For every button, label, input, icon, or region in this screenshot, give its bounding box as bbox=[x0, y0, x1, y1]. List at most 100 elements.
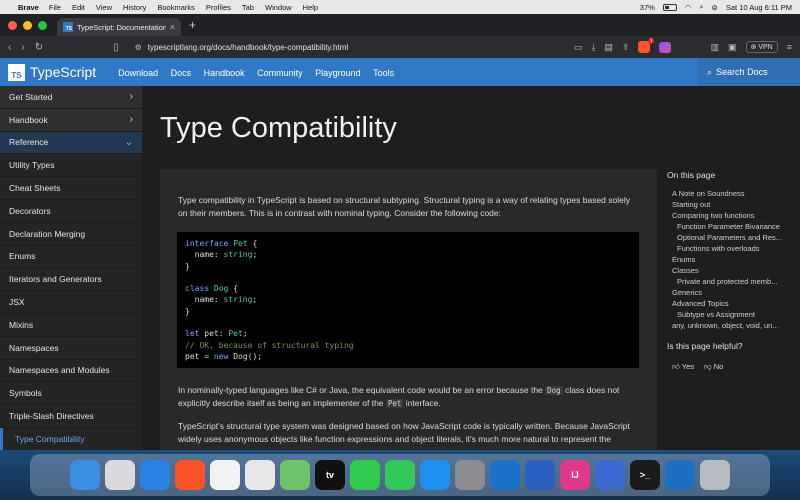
word-icon[interactable] bbox=[525, 460, 555, 490]
wifi-icon[interactable]: ◠ bbox=[685, 3, 692, 12]
sidebar-item-enums[interactable]: Enums bbox=[0, 246, 142, 269]
new-tab-icon[interactable]: + bbox=[189, 18, 196, 32]
battery-icon[interactable] bbox=[662, 3, 677, 11]
toc-item[interactable]: Function Parameter Bivariance bbox=[667, 221, 792, 232]
search-docs-button[interactable]: ⌕ Search Docs bbox=[697, 58, 800, 86]
toc-item[interactable]: Private and protected memb... bbox=[667, 276, 792, 287]
yes-button[interactable]: 👍︎ Yes bbox=[672, 362, 694, 372]
vpn-label: VPN bbox=[758, 44, 773, 51]
forward-icon[interactable]: › bbox=[21, 42, 24, 53]
toc-item[interactable]: Classes bbox=[667, 265, 792, 276]
code-token: name: bbox=[185, 295, 224, 305]
minimize-window-icon[interactable] bbox=[23, 20, 32, 30]
helpful-votes: 👍︎ Yes 👎︎ No bbox=[672, 362, 723, 372]
toc-item[interactable]: any, unknown, object, void, un... bbox=[667, 320, 792, 331]
close-window-icon[interactable] bbox=[8, 20, 17, 30]
sidebar-item-symbols[interactable]: Symbols bbox=[0, 382, 142, 406]
back-icon[interactable]: ‹ bbox=[8, 42, 11, 53]
menu-profiles[interactable]: Profiles bbox=[206, 3, 231, 12]
nav-community[interactable]: Community bbox=[257, 68, 303, 78]
browser-tab[interactable]: TS TypeScript: Documentation - × bbox=[57, 18, 181, 36]
sidebar-item-declaration-merging[interactable]: Declaration Merging bbox=[0, 223, 142, 246]
typescript-logo[interactable]: TS TypeScript bbox=[8, 63, 96, 81]
vscode-icon[interactable] bbox=[490, 460, 520, 490]
menu-app-name[interactable]: Brave bbox=[18, 3, 39, 12]
share-icon[interactable]: ⇪ bbox=[622, 42, 630, 53]
menu-view[interactable]: View bbox=[96, 3, 112, 12]
no-button[interactable]: 👎︎ No bbox=[704, 362, 723, 372]
clock[interactable]: Sat 10 Aug 6:11 PM bbox=[726, 3, 792, 12]
toc-item[interactable]: Functions with overloads bbox=[667, 243, 792, 254]
settings-icon[interactable] bbox=[455, 460, 485, 490]
appletv-icon[interactable]: tv bbox=[315, 460, 345, 490]
toc-item[interactable]: Optional Parameters and Res... bbox=[667, 232, 792, 243]
url-bar[interactable]: ⚙ typescriptlang.org/docs/handbook/type-… bbox=[129, 39, 574, 55]
chrome-icon[interactable] bbox=[245, 460, 275, 490]
photos-icon[interactable] bbox=[210, 460, 240, 490]
toc-item[interactable]: Generics bbox=[667, 287, 792, 298]
facetime-icon[interactable] bbox=[350, 460, 380, 490]
brave-shields-icon[interactable]: 1 bbox=[638, 38, 655, 53]
site-info-icon[interactable]: ⚙ bbox=[135, 43, 142, 52]
nav-handbook[interactable]: Handbook bbox=[204, 68, 245, 78]
download-icon[interactable]: ⤓ bbox=[591, 42, 595, 53]
maximize-window-icon[interactable] bbox=[38, 20, 47, 30]
menu-edit[interactable]: Edit bbox=[72, 3, 85, 12]
brave-icon[interactable] bbox=[175, 460, 205, 490]
toc-item[interactable]: A Note on Soundness bbox=[667, 188, 792, 199]
docs-sidebar: Get Started › Handbook › Reference ⌄ Utilit… bbox=[0, 86, 142, 450]
cast-icon[interactable]: ▭ bbox=[574, 42, 583, 53]
toc-item[interactable]: Starting out bbox=[667, 199, 792, 210]
control-center-icon[interactable]: ⊜ bbox=[712, 3, 718, 12]
menu-icon[interactable]: ≡ bbox=[787, 42, 792, 52]
vscode2-icon[interactable] bbox=[665, 460, 695, 490]
sidebar-item-triple-slash[interactable]: Triple-Slash Directives bbox=[0, 405, 142, 428]
sidebar-item-namespaces[interactable]: Namespaces bbox=[0, 337, 142, 360]
sidebar-item-utility-types[interactable]: Utility Types bbox=[0, 154, 142, 178]
trash-icon[interactable] bbox=[700, 460, 730, 490]
appstore-icon[interactable] bbox=[420, 460, 450, 490]
search-icon[interactable]: ⌕ bbox=[699, 2, 703, 12]
reader-icon[interactable]: ▤ bbox=[604, 42, 613, 53]
sidebar-item-cheat-sheets[interactable]: Cheat Sheets bbox=[0, 177, 142, 200]
sidebar-item-namespaces-modules[interactable]: Namespaces and Modules bbox=[0, 360, 142, 383]
nav-download[interactable]: Download bbox=[118, 68, 158, 78]
intellij-icon[interactable]: IJ bbox=[560, 460, 590, 490]
sidebar-item-get-started[interactable]: Get Started › bbox=[0, 86, 142, 109]
sidebar-item-type-compatibility[interactable]: Type Compatibility bbox=[0, 427, 142, 450]
sidebar-toggle-icon[interactable]: ▥ bbox=[710, 42, 719, 53]
teams-icon[interactable] bbox=[595, 460, 625, 490]
close-tab-icon[interactable]: × bbox=[170, 22, 175, 32]
toc-item[interactable]: Enums bbox=[667, 254, 792, 265]
menu-file[interactable]: File bbox=[49, 3, 61, 12]
sidebar-item-iterators[interactable]: Iterators and Generators bbox=[0, 268, 142, 292]
sidebar-item-handbook[interactable]: Handbook › bbox=[0, 108, 142, 132]
safari-icon[interactable] bbox=[140, 460, 170, 490]
sidebar-item-mixins[interactable]: Mixins bbox=[0, 314, 142, 337]
menu-tab[interactable]: Tab bbox=[242, 3, 254, 12]
nav-docs[interactable]: Docs bbox=[171, 68, 192, 78]
launchpad-icon[interactable] bbox=[105, 460, 135, 490]
menu-window[interactable]: Window bbox=[265, 3, 292, 12]
reload-icon[interactable]: ↻ bbox=[35, 42, 43, 53]
wallet-icon[interactable]: ▣ bbox=[728, 42, 737, 53]
bookmark-icon[interactable]: ▯ bbox=[113, 42, 119, 53]
nav-tools[interactable]: Tools bbox=[373, 68, 394, 78]
sidebar-item-jsx[interactable]: JSX bbox=[0, 291, 142, 314]
sidebar-item-reference[interactable]: Reference ⌄ bbox=[0, 131, 142, 155]
messages-icon[interactable] bbox=[385, 460, 415, 490]
url-text[interactable]: typescriptlang.org/docs/handbook/type-co… bbox=[148, 43, 348, 52]
nav-playground[interactable]: Playground bbox=[315, 68, 361, 78]
maps-icon[interactable] bbox=[280, 460, 310, 490]
vpn-button[interactable]: ⊕ VPN bbox=[745, 41, 778, 53]
finder-icon[interactable] bbox=[70, 460, 100, 490]
toc-item[interactable]: Comparing two functions bbox=[667, 210, 792, 221]
terminal-icon[interactable]: >_ bbox=[630, 460, 660, 490]
toc-item[interactable]: Subtype vs Assignment bbox=[667, 309, 792, 320]
sidebar-item-decorators[interactable]: Decorators bbox=[0, 200, 142, 223]
toc-item[interactable]: Advanced Topics bbox=[667, 298, 792, 309]
menu-bookmarks[interactable]: Bookmarks bbox=[157, 3, 195, 12]
menu-help[interactable]: Help bbox=[303, 3, 318, 12]
menu-history[interactable]: History bbox=[123, 3, 146, 12]
brave-rewards-icon[interactable] bbox=[659, 41, 672, 53]
